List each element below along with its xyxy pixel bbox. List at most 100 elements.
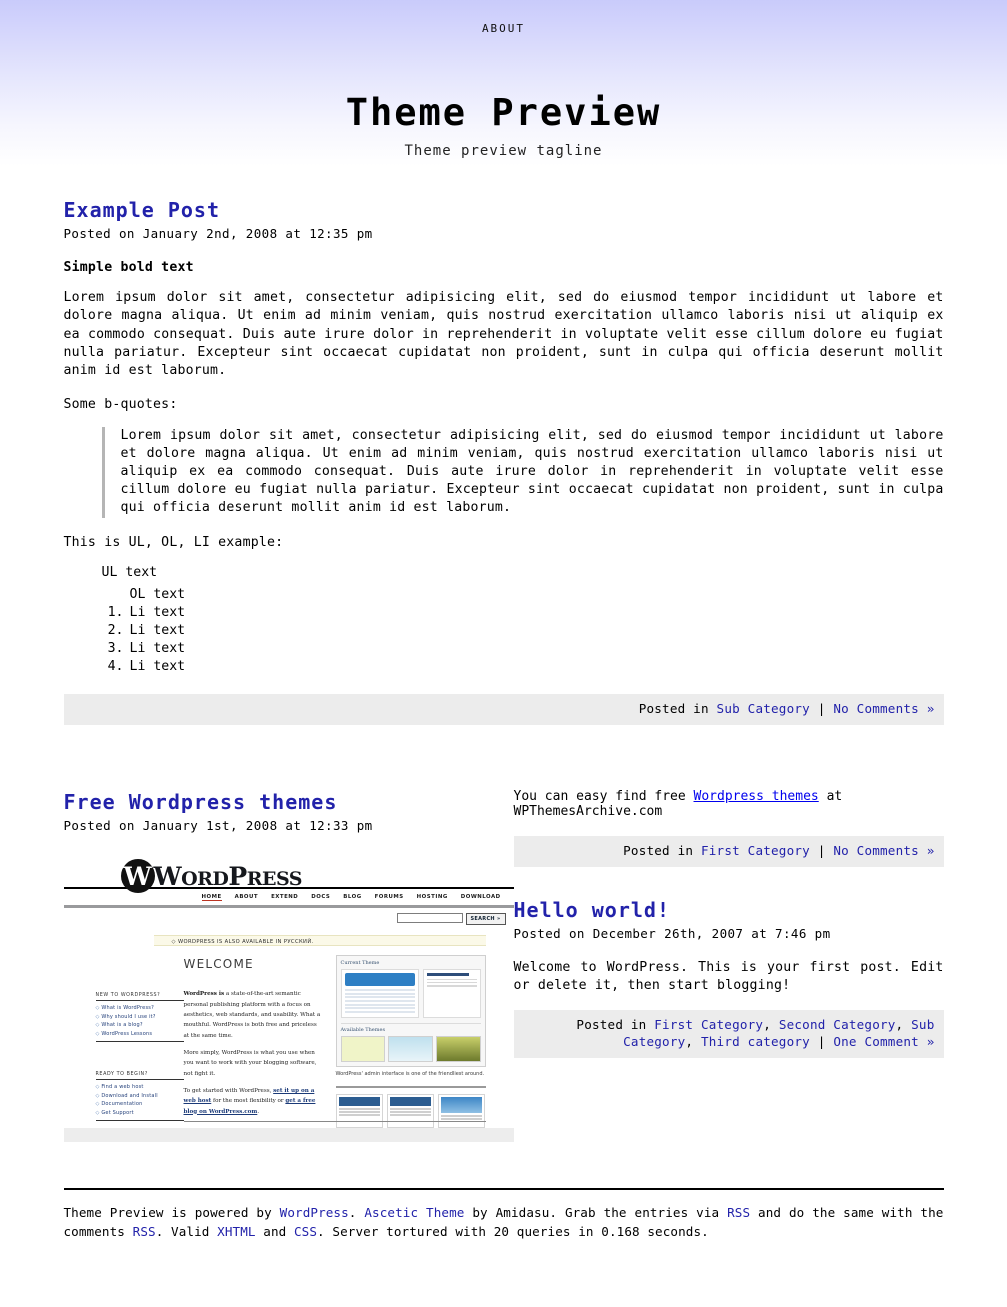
- wp-admin-line: [426, 985, 477, 987]
- comments-link[interactable]: No Comments »: [833, 843, 934, 858]
- post-body-paragraph: You can easy find free Wordpress themes …: [514, 789, 944, 819]
- wp-mini-line: [338, 1111, 380, 1113]
- wp-mini-line: [441, 1115, 483, 1117]
- wp-mini-block: [338, 1097, 380, 1107]
- wordmark-p: P: [228, 862, 247, 892]
- wp-navigation: HOME ABOUT EXTEND DOCS BLOG FORUMS HOSTING DOWN…: [201, 894, 514, 902]
- wordpress-homepage-screenshot: W WORDPRESS HOME ABOUT EXTEND DOCS BLOG FORUM…: [63, 857, 514, 1143]
- wp-paragraph-two: More simply, WordPress is what you use w…: [183, 1049, 317, 1077]
- wp-nav-blog: BLOG: [343, 894, 362, 901]
- post-meta-bar: Posted in Sub Category | No Comments »: [63, 694, 944, 726]
- wp-mini-block: [389, 1097, 432, 1107]
- wp-paragraph-three: To get started with WordPress, set it up…: [184, 1086, 324, 1117]
- wp-nav-rule: [63, 905, 514, 909]
- comments-link[interactable]: No Comments »: [833, 701, 934, 716]
- blockquote-intro: Some b-quotes:: [63, 397, 178, 413]
- wp-panel-heading-available: Available Themes: [340, 1023, 481, 1033]
- post-meta-bar: Posted in First Category | No Comments »: [513, 836, 944, 868]
- post-title-link[interactable]: Hello world!: [514, 898, 671, 922]
- footer-text-1: Theme Preview is powered by: [63, 1205, 280, 1221]
- footer-text-5: . Valid: [155, 1224, 218, 1240]
- footer-link-xhtml[interactable]: XHTML: [217, 1224, 255, 1239]
- wp-bar: [344, 999, 415, 1002]
- body-text-prefix: You can easy find free: [513, 789, 694, 805]
- meta-separator: |: [817, 843, 826, 859]
- footer-link-theme[interactable]: Ascetic Theme: [364, 1205, 464, 1220]
- nav-item-about[interactable]: ABOUT: [482, 21, 525, 36]
- footer-link-wordpress[interactable]: WordPress: [280, 1205, 349, 1220]
- wp-nav-hosting: HOSTING: [416, 894, 448, 901]
- category-link[interactable]: First Category: [654, 1017, 763, 1032]
- wordmark-ord: ORD: [181, 868, 229, 891]
- wp-para3-b: for the most flexibility or: [211, 1098, 286, 1105]
- wordpress-logo-icon: W: [120, 859, 155, 894]
- footer-link-rss-entries[interactable]: RSS: [727, 1205, 750, 1220]
- comma: ,: [895, 1016, 904, 1032]
- wp-nav-about: ABOUT: [234, 894, 259, 901]
- left-column: Free Wordpress themes Posted on January …: [63, 789, 514, 1143]
- wp-theme-thumbnail: [388, 1036, 433, 1063]
- wp-bar: [344, 992, 415, 995]
- nav-link-about[interactable]: ABOUT: [482, 22, 525, 35]
- primary-navigation: ABOUT: [0, 0, 1007, 43]
- split-section: Free Wordpress themes Posted on January …: [63, 789, 944, 1143]
- wp-right-column: Current Theme Available Themes WordPress…: [335, 955, 486, 1129]
- wp-para3-c: .: [257, 1108, 260, 1115]
- post-title-link[interactable]: Free Wordpress themes: [64, 790, 338, 814]
- comments-link[interactable]: One Comment »: [833, 1034, 934, 1049]
- wp-admin-caption: WordPress' admin interface is one of the…: [335, 1071, 485, 1078]
- wp-sidebar-link: Find a web host: [96, 1084, 184, 1090]
- list-item: Li text: [98, 640, 186, 658]
- blockquote-text: Lorem ipsum dolor sit amet, consectetur …: [120, 427, 944, 516]
- post-blockquote: Lorem ipsum dolor sit amet, consectetur …: [101, 426, 944, 518]
- wp-header: W WORDPRESS HOME ABOUT EXTEND DOCS BLOG FORUM…: [63, 857, 514, 947]
- wordpress-themes-link[interactable]: Wordpress themes: [694, 789, 819, 804]
- post-title-link[interactable]: Example Post: [64, 198, 221, 222]
- wp-sidebar-link: Documentation: [96, 1101, 184, 1107]
- category-link[interactable]: Second Category: [779, 1017, 896, 1032]
- post-bold-line: Simple bold text: [63, 260, 194, 275]
- wp-sidebar-link: What is WordPress?: [96, 1005, 184, 1011]
- site-footer: Theme Preview is powered by WordPress. A…: [63, 1188, 944, 1266]
- wp-mini-line: [338, 1114, 380, 1116]
- wp-admin-line: [426, 978, 477, 981]
- wp-body: NEW TO WORDPRESS? What is WordPress? Why…: [63, 953, 514, 1143]
- category-link[interactable]: First Category: [701, 843, 810, 858]
- wp-logo-row: W WORDPRESS: [63, 857, 514, 894]
- wordmark-w: W: [153, 862, 182, 892]
- post-body-paragraph: Welcome to WordPress. This is your first…: [513, 960, 944, 994]
- category-link[interactable]: Third category: [701, 1034, 810, 1049]
- footer-text-3: by Amidasu. Grab the entries via: [464, 1205, 728, 1221]
- wp-sidebar-link: WordPress Lessons: [96, 1031, 184, 1037]
- ordered-list: OL text Li text Li text Li text Li text: [64, 586, 944, 676]
- footer-link-css[interactable]: CSS: [294, 1224, 317, 1239]
- wp-para-one-text: a state-of-the-art semantic personal pub…: [183, 991, 321, 1039]
- site-header: ABOUT Theme Preview Theme preview taglin…: [0, 0, 1007, 175]
- wp-welcome-heading: WELCOME: [183, 957, 254, 972]
- comma: ,: [685, 1034, 694, 1050]
- footer-text-6: and: [255, 1224, 294, 1240]
- wp-para-bold: WordPress is: [183, 991, 225, 998]
- wp-footer-rule: [183, 1121, 486, 1123]
- wp-nav-home: HOME: [201, 894, 222, 902]
- wp-admin-line: [426, 981, 477, 984]
- footer-link-rss-comments[interactable]: RSS: [133, 1224, 156, 1239]
- wp-sidebar-link: Get Support: [96, 1110, 184, 1116]
- list-item: UL text: [101, 564, 158, 580]
- wp-nav-forums: FORUMS: [374, 894, 404, 901]
- wp-search-input: [396, 913, 463, 924]
- list-intro: This is UL, OL, LI example:: [63, 534, 284, 550]
- wp-divider: [335, 1086, 486, 1089]
- wp-mini-screenshot: [386, 1094, 435, 1129]
- wp-theme-thumbnail: [340, 1036, 386, 1063]
- wp-mini-line: [389, 1108, 432, 1110]
- wp-mini-screenshot: [438, 1094, 486, 1129]
- wp-current-theme-panel: Current Theme Available Themes: [335, 955, 486, 1068]
- posted-in-label: Posted in: [623, 843, 694, 859]
- wp-mini-block: [441, 1097, 483, 1114]
- wp-footer-bar: [63, 1128, 514, 1143]
- category-link[interactable]: Sub Category: [717, 701, 810, 716]
- list-item: OL text: [129, 586, 186, 602]
- wp-admin-right: [422, 969, 481, 1019]
- wp-sidebar: NEW TO WORDPRESS? What is WordPress? Why…: [95, 993, 184, 1121]
